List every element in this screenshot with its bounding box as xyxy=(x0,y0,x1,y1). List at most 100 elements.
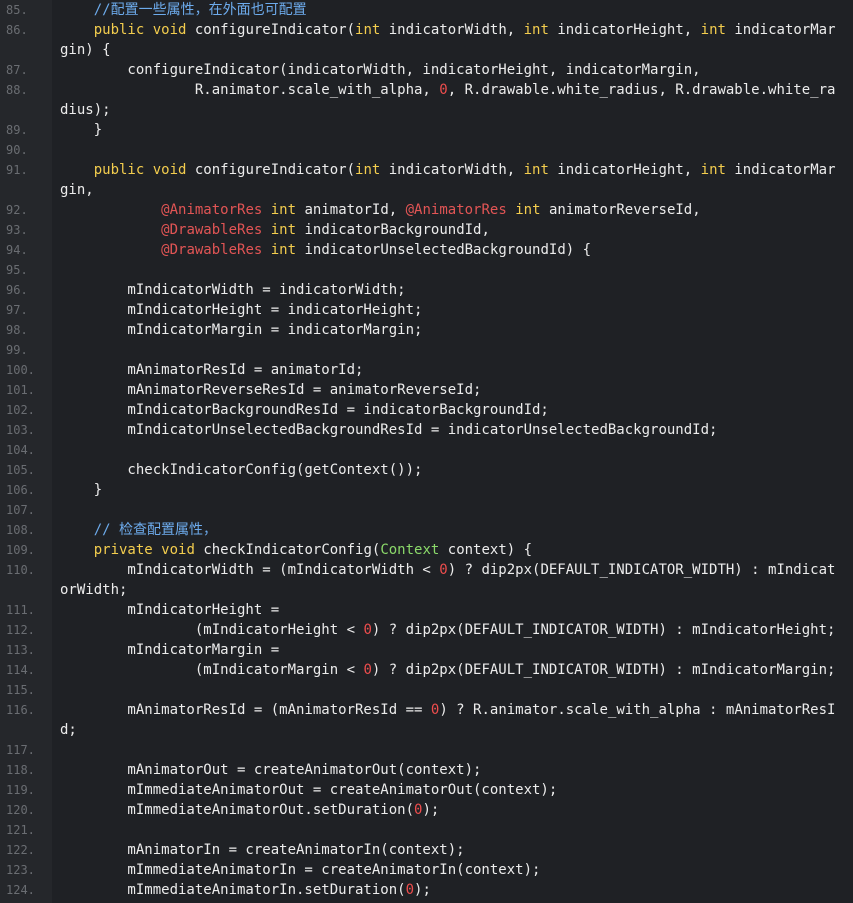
line-number: 95. xyxy=(6,263,28,277)
line-number: 107. xyxy=(6,503,35,517)
code-text: mAnimatorReverseResId = animatorReverseI… xyxy=(60,380,838,400)
code-token: dius); xyxy=(60,102,111,118)
code-line[interactable]: 98. mIndicatorMargin = indicatorMargin; xyxy=(0,320,853,340)
keyword-token: int xyxy=(700,162,726,178)
keyword-token: public xyxy=(93,162,145,178)
code-token: mImmediateAnimatorOut = createAnimatorOu… xyxy=(60,782,558,798)
code-text: mAnimatorIn = createAnimatorIn(context); xyxy=(60,840,838,860)
code-line[interactable]: 113. mIndicatorMargin = xyxy=(0,640,853,660)
code-line[interactable]: 103. mIndicatorUnselectedBackgroundResId… xyxy=(0,420,853,440)
code-line[interactable]: 97. mIndicatorHeight = indicatorHeight; xyxy=(0,300,853,320)
code-token: indicatorWidth, xyxy=(380,22,524,38)
keyword-token: int xyxy=(515,202,541,218)
code-line[interactable]: 96. mIndicatorWidth = indicatorWidth; xyxy=(0,280,853,300)
keyword-token: private xyxy=(93,542,153,558)
code-line[interactable]: 105. checkIndicatorConfig(getContext()); xyxy=(0,460,853,480)
code-text: orWidth; xyxy=(60,580,838,600)
code-line-continuation[interactable]: dius); xyxy=(0,100,853,120)
code-line[interactable]: 108. // 检查配置属性， xyxy=(0,520,853,540)
line-number: 101. xyxy=(6,383,35,397)
code-line[interactable]: 119. mImmediateAnimatorOut = createAnima… xyxy=(0,780,853,800)
comment-token: // 检查配置属性， xyxy=(93,522,218,538)
code-line[interactable]: 90. xyxy=(0,140,853,160)
code-text: mImmediateAnimatorIn = createAnimatorIn(… xyxy=(60,860,838,880)
code-line[interactable]: 86. public void configureIndicator(int i… xyxy=(0,20,853,40)
code-token: mAnimatorIn = createAnimatorIn(context); xyxy=(60,842,465,858)
code-text: @DrawableRes int indicatorBackgroundId, xyxy=(60,220,838,240)
annotation-token: @DrawableRes xyxy=(161,242,263,258)
code-line[interactable]: 121. xyxy=(0,820,853,840)
code-line[interactable]: 116. mAnimatorResId = (mAnimatorResId ==… xyxy=(0,700,853,720)
code-line[interactable]: 122. mAnimatorIn = createAnimatorIn(cont… xyxy=(0,840,853,860)
code-token: configureIndicator( xyxy=(186,162,356,178)
code-line[interactable]: 88. R.animator.scale_with_alpha, 0, R.dr… xyxy=(0,80,853,100)
code-text: @AnimatorRes int animatorId, @AnimatorRe… xyxy=(60,200,838,220)
code-line[interactable]: 109. private void checkIndicatorConfig(C… xyxy=(0,540,853,560)
code-line[interactable]: 112. (mIndicatorHeight < 0) ? dip2px(DEF… xyxy=(0,620,853,640)
code-token: mAnimatorResId = animatorId; xyxy=(60,362,364,378)
code-line[interactable]: 115. xyxy=(0,680,853,700)
code-editor[interactable]: 85. //配置一些属性，在外面也可配置 86. public void conf… xyxy=(0,0,853,903)
code-line-continuation[interactable]: d; xyxy=(0,720,853,740)
code-token: indicatorMar xyxy=(725,162,836,178)
code-line[interactable]: 106. } xyxy=(0,480,853,500)
line-number: 94. xyxy=(6,243,28,257)
code-line[interactable]: 87. configureIndicator(indicatorWidth, i… xyxy=(0,60,853,80)
code-text: mImmediateAnimatorIn.setDuration(0); xyxy=(60,880,838,900)
code-line[interactable]: 85. //配置一些属性，在外面也可配置 xyxy=(0,0,853,20)
code-text: d; xyxy=(60,720,838,740)
line-number: 90. xyxy=(6,143,28,157)
code-line[interactable]: 120. mImmediateAnimatorOut.setDuration(0… xyxy=(0,800,853,820)
code-text: //配置一些属性，在外面也可配置 xyxy=(60,0,838,20)
code-line[interactable]: 92. @AnimatorRes int animatorId, @Animat… xyxy=(0,200,853,220)
code-text: dius); xyxy=(60,100,838,120)
code-line[interactable]: 99. xyxy=(0,340,853,360)
code-token: ); xyxy=(414,882,431,898)
code-token: indicatorHeight, xyxy=(548,162,701,178)
code-token: animatorId, xyxy=(296,202,406,218)
code-line[interactable]: 110. mIndicatorWidth = (mIndicatorWidth … xyxy=(0,560,853,580)
code-line[interactable]: 118. mAnimatorOut = createAnimatorOut(co… xyxy=(0,760,853,780)
code-line[interactable]: 117. xyxy=(0,740,853,760)
code-line[interactable]: 107. xyxy=(0,500,853,520)
line-number: 117. xyxy=(6,743,35,757)
code-line[interactable]: 100. mAnimatorResId = animatorId; xyxy=(0,360,853,380)
code-text: mAnimatorResId = (mAnimatorResId == 0) ?… xyxy=(60,700,838,720)
line-number: 110. xyxy=(6,563,35,577)
annotation-token: @AnimatorRes xyxy=(161,202,263,218)
code-token: ) ? R.animator.scale_with_alpha : mAnima… xyxy=(439,702,836,718)
code-text: } xyxy=(60,120,838,140)
code-line[interactable]: 101. mAnimatorReverseResId = animatorRev… xyxy=(0,380,853,400)
code-line[interactable]: 89. } xyxy=(0,120,853,140)
code-text: mIndicatorUnselectedBackgroundResId = in… xyxy=(60,420,838,440)
code-line[interactable]: 123. mImmediateAnimatorIn = createAnimat… xyxy=(0,860,853,880)
line-number: 111. xyxy=(6,603,35,617)
code-token: , R.drawable.white_radius, R.drawable.wh… xyxy=(447,82,836,98)
code-line-continuation[interactable]: gin, xyxy=(0,180,853,200)
code-line[interactable]: 104. xyxy=(0,440,853,460)
line-number: 88. xyxy=(6,83,28,97)
code-text: public void configureIndicator(int indic… xyxy=(60,160,838,180)
code-line[interactable]: 94. @DrawableRes int indicatorUnselected… xyxy=(0,240,853,260)
code-line[interactable]: 124. mImmediateAnimatorIn.setDuration(0)… xyxy=(0,880,853,900)
code-token: mAnimatorOut = createAnimatorOut(context… xyxy=(60,762,482,778)
code-line[interactable]: 102. mIndicatorBackgroundResId = indicat… xyxy=(0,400,853,420)
code-line-continuation[interactable]: gin) { xyxy=(0,40,853,60)
code-line[interactable]: 93. @DrawableRes int indicatorBackground… xyxy=(0,220,853,240)
code-line[interactable]: 95. xyxy=(0,260,853,280)
code-text: mIndicatorHeight = indicatorHeight; xyxy=(60,300,838,320)
line-number: 86. xyxy=(6,23,28,37)
code-line[interactable]: 91. public void configureIndicator(int i… xyxy=(0,160,853,180)
keyword-token: void xyxy=(161,542,195,558)
code-line[interactable]: 114. (mIndicatorMargin < 0) ? dip2px(DEF… xyxy=(0,660,853,680)
code-token: configureIndicator(indicatorWidth, indic… xyxy=(60,62,701,78)
code-line-continuation[interactable]: orWidth; xyxy=(0,580,853,600)
code-line[interactable]: 111. mIndicatorHeight = xyxy=(0,600,853,620)
